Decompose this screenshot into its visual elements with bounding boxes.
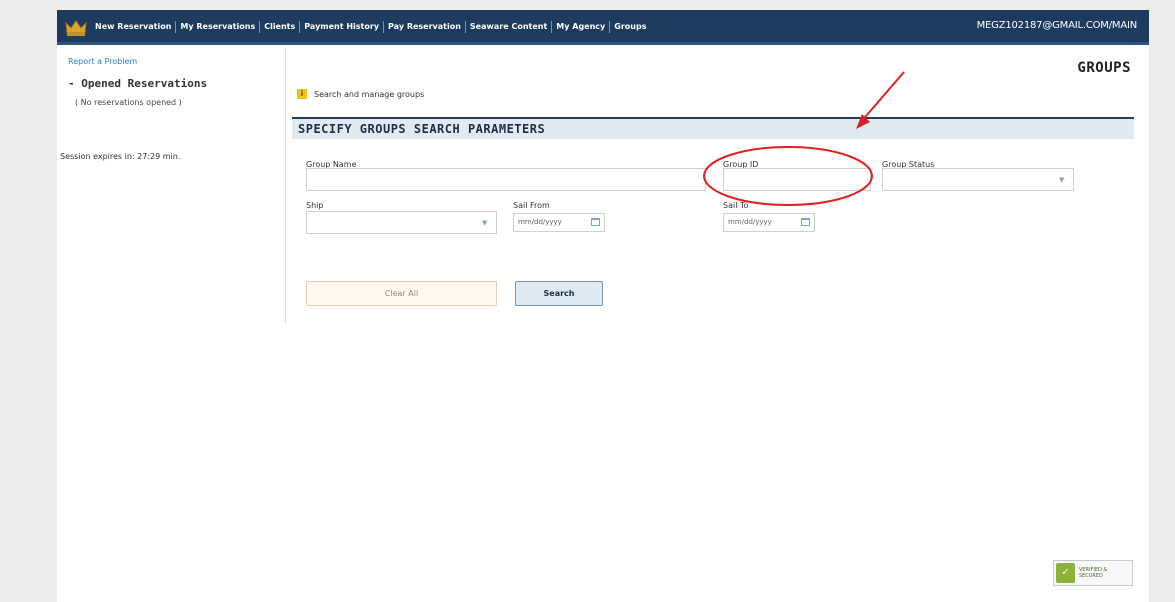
opened-reservations-toggle[interactable]: - Opened Reservations bbox=[68, 77, 207, 90]
info-icon: i bbox=[297, 89, 307, 99]
calendar-icon[interactable] bbox=[591, 218, 600, 226]
sail-from-label: Sail From bbox=[513, 201, 550, 210]
ship-label: Ship bbox=[306, 201, 324, 210]
page-title: GROUPS bbox=[1077, 60, 1131, 76]
crown-logo-icon[interactable] bbox=[65, 19, 87, 36]
sidebar: Report a Problem - Opened Reservations (… bbox=[57, 48, 286, 323]
nav-payment-history[interactable]: Payment History bbox=[300, 21, 385, 33]
top-navigation: New Reservation My Reservations Clients … bbox=[57, 10, 1149, 45]
page: New Reservation My Reservations Clients … bbox=[57, 10, 1149, 602]
search-button[interactable]: Search bbox=[515, 281, 603, 306]
chevron-down-icon: ▼ bbox=[482, 219, 488, 227]
nav-menu: New Reservation My Reservations Clients … bbox=[91, 21, 650, 33]
badge-text: VERIFIED & SECURED bbox=[1078, 567, 1108, 579]
nav-seaware-content[interactable]: Seaware Content bbox=[466, 21, 553, 33]
shield-icon: ✓ bbox=[1056, 563, 1075, 583]
security-badge: ✓ VERIFIED & SECURED bbox=[1053, 560, 1133, 586]
sail-to-label: Sail To bbox=[723, 201, 749, 210]
nav-groups[interactable]: Groups bbox=[610, 21, 650, 33]
hint-row: i Search and manage groups bbox=[297, 89, 424, 99]
nav-new-reservation[interactable]: New Reservation bbox=[91, 21, 177, 33]
group-name-input[interactable] bbox=[306, 168, 706, 191]
account-link[interactable]: MEGZ102187@GMAIL.COM/MAIN bbox=[977, 20, 1138, 31]
nav-clients[interactable]: Clients bbox=[260, 21, 301, 33]
chevron-down-icon: ▼ bbox=[1059, 176, 1065, 184]
calendar-icon[interactable] bbox=[801, 218, 810, 226]
report-problem-link[interactable]: Report a Problem bbox=[68, 57, 137, 66]
session-timer: Session expires in: 27:29 min. bbox=[60, 152, 181, 161]
nav-my-agency[interactable]: My Agency bbox=[552, 21, 611, 33]
group-id-input[interactable] bbox=[723, 168, 871, 191]
ship-select[interactable]: ▼ bbox=[306, 211, 497, 234]
group-status-select[interactable]: ▼ bbox=[882, 168, 1074, 191]
nav-pay-reservation[interactable]: Pay Reservation bbox=[384, 21, 466, 33]
sail-from-date-input[interactable]: mm/dd/yyyy bbox=[513, 213, 605, 232]
nav-my-reservations[interactable]: My Reservations bbox=[176, 21, 261, 33]
sail-to-date-input[interactable]: mm/dd/yyyy bbox=[723, 213, 815, 232]
no-reservations-text: ( No reservations opened ) bbox=[75, 98, 182, 107]
section-title: SPECIFY GROUPS SEARCH PARAMETERS bbox=[292, 117, 1134, 139]
hint-text: Search and manage groups bbox=[314, 89, 425, 99]
sail-to-placeholder: mm/dd/yyyy bbox=[728, 218, 772, 226]
clear-all-button[interactable]: Clear All bbox=[306, 281, 497, 306]
sail-from-placeholder: mm/dd/yyyy bbox=[518, 218, 562, 226]
